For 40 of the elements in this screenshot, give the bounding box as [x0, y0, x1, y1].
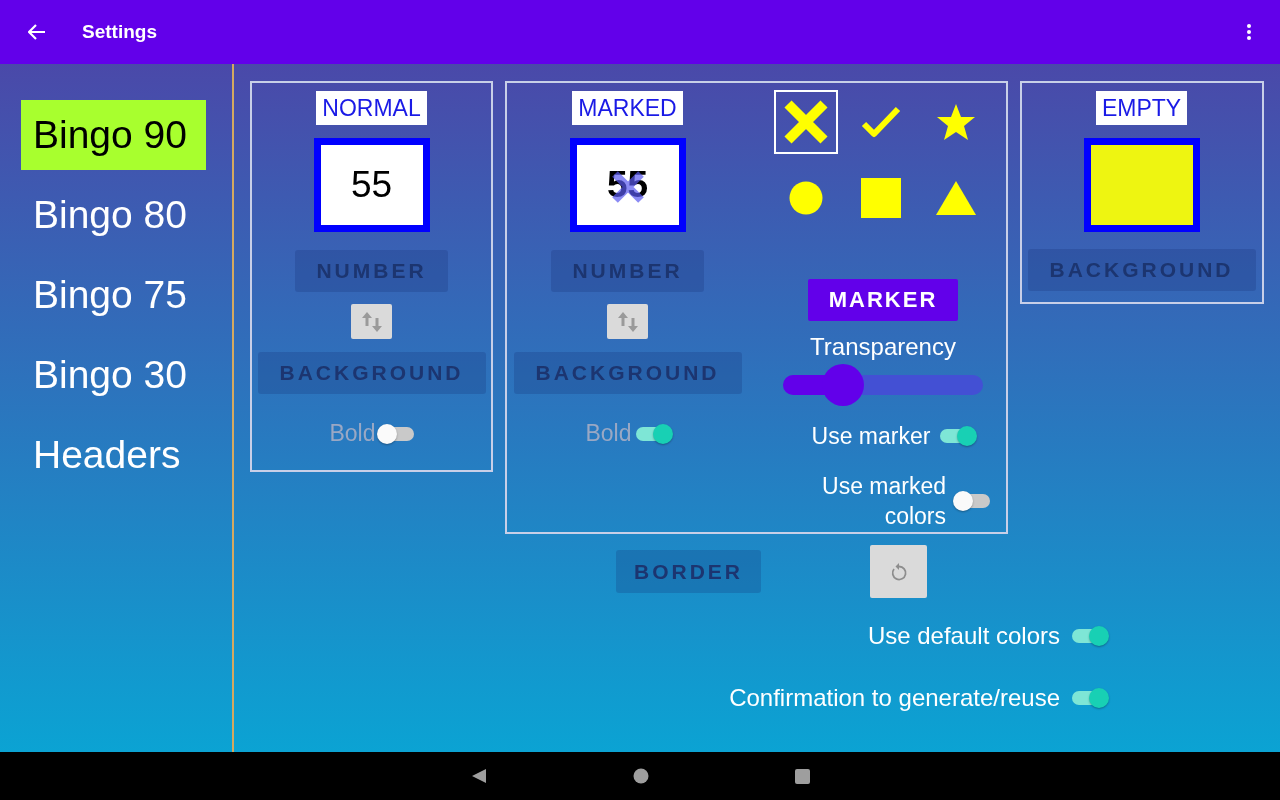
sidebar-item[interactable]: Bingo 90	[21, 100, 206, 170]
cross-icon	[782, 99, 830, 145]
toggle-label: Bold	[329, 420, 376, 447]
transparency-slider[interactable]	[783, 364, 983, 406]
toggle-label: Confirmation to generate/reuse	[729, 684, 1060, 712]
sidebar-item[interactable]: Bingo 80	[21, 180, 206, 250]
back-icon[interactable]	[470, 768, 487, 784]
check-icon	[861, 104, 901, 140]
triangle-icon	[936, 181, 976, 215]
panel-label: EMPTY	[1095, 91, 1188, 125]
toggle-switch[interactable]	[1072, 629, 1106, 643]
circle-icon	[789, 181, 823, 215]
sidebar-item[interactable]: Headers	[21, 420, 206, 490]
recents-icon[interactable]	[794, 768, 810, 784]
crossed-number: 55	[606, 164, 649, 206]
toggle-switch[interactable]	[379, 426, 414, 441]
toggle-label: Bold	[585, 420, 632, 447]
toggle-label: Use marked colors	[821, 472, 946, 531]
square-icon	[861, 178, 901, 218]
slider-handle[interactable]	[822, 364, 864, 406]
sidebar-item[interactable]: Bingo 30	[21, 340, 206, 410]
star-icon	[936, 103, 976, 141]
toggle-label: Use default colors	[867, 622, 1060, 650]
marker-button[interactable]: MARKER	[808, 279, 958, 321]
reset-icon	[889, 561, 908, 582]
toggle-switch[interactable]	[956, 494, 990, 508]
back-arrow-icon[interactable]	[28, 24, 46, 40]
slider-label: Transparency	[810, 333, 956, 361]
number-tile: 55	[313, 138, 430, 232]
toggle-switch[interactable]	[1072, 691, 1106, 705]
panel-label: NORMAL	[316, 91, 427, 125]
home-icon[interactable]	[632, 768, 649, 784]
toggle-label: Use marker	[811, 422, 931, 451]
toggle-switch[interactable]	[635, 426, 670, 441]
screen-title: Settings	[82, 21, 158, 43]
marker-option[interactable]	[774, 90, 838, 154]
panel-label: MARKED	[572, 91, 683, 125]
sidebar-item[interactable]: Bingo 75	[21, 260, 206, 330]
more-options-icon[interactable]	[1246, 23, 1252, 41]
toggle-switch[interactable]	[940, 429, 975, 443]
